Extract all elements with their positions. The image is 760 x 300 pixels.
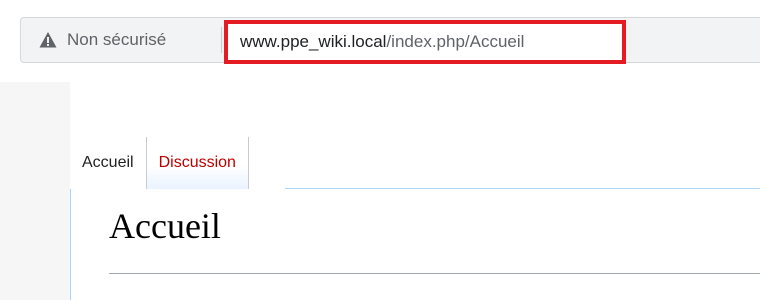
tab-discussion[interactable]: Discussion xyxy=(146,137,249,189)
security-indicator[interactable]: Non sécurisé xyxy=(39,18,166,62)
warning-triangle-icon xyxy=(39,32,57,48)
tab-label: Accueil xyxy=(82,154,134,171)
url-host: www.ppe_wiki.local xyxy=(240,32,387,51)
url-field[interactable]: www.ppe_wiki.local/index.php/Accueil xyxy=(224,20,626,64)
security-label: Non sécurisé xyxy=(67,30,167,49)
wiki-page: Accueil Discussion Accueil xyxy=(0,82,760,300)
title-divider xyxy=(109,273,760,274)
tab-label: Discussion xyxy=(158,154,236,171)
left-panel xyxy=(0,82,70,300)
divider xyxy=(221,27,222,53)
browser-toolbar: Non sécurisé www.ppe_wiki.local/index.ph… xyxy=(0,0,760,82)
page-tabs: Accueil Discussion xyxy=(70,137,249,189)
content-area: Accueil xyxy=(70,189,760,300)
page-title: Accueil xyxy=(109,206,221,246)
url-path: /index.php/Accueil xyxy=(386,32,525,51)
tab-accueil[interactable]: Accueil xyxy=(70,137,147,189)
